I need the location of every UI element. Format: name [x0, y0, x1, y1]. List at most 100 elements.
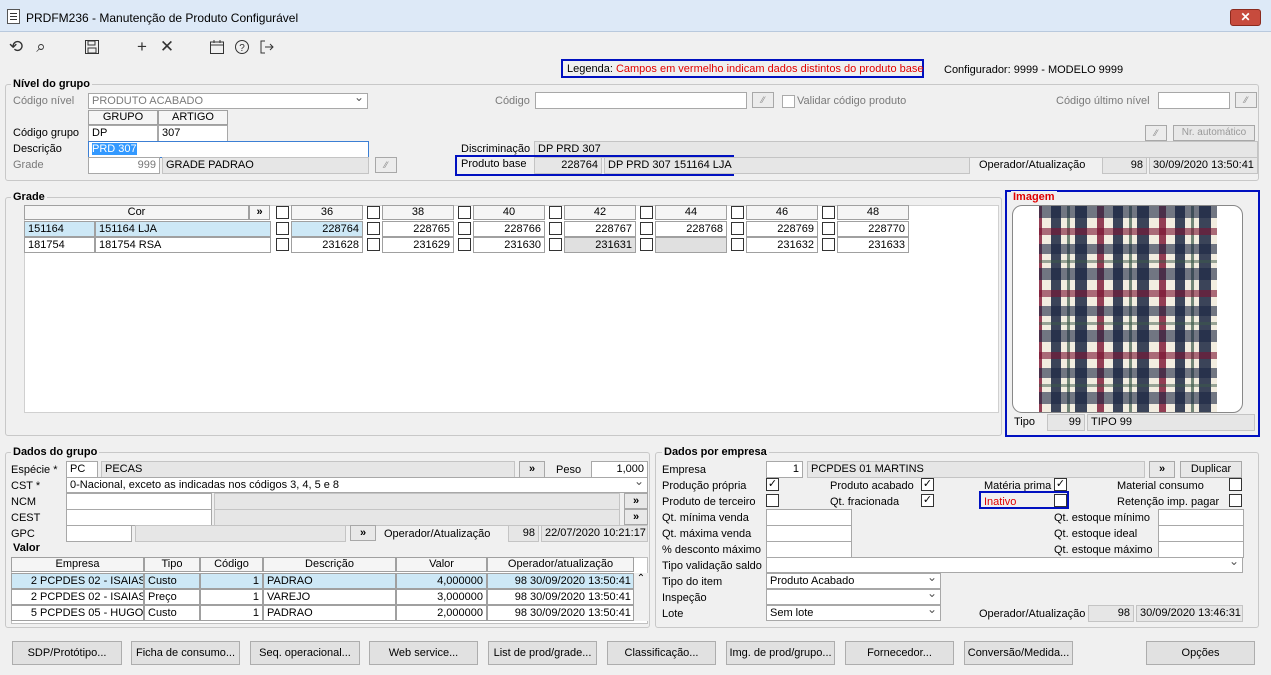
valor-scrollbar[interactable]: ⌃ — [634, 573, 648, 621]
grade-cell-checkbox[interactable] — [458, 222, 471, 235]
grade-lookup-button[interactable]: ⁄⁄ — [375, 157, 397, 173]
grade-number-input[interactable]: 999 — [88, 157, 160, 174]
grade-cell-value[interactable]: 231629 — [382, 237, 454, 253]
cest-input[interactable] — [66, 509, 212, 526]
qt-est-ideal-input[interactable] — [1158, 525, 1244, 542]
bottom-button-1[interactable]: Ficha de consumo... — [131, 641, 240, 665]
add-icon[interactable]: + — [132, 37, 152, 57]
grade-row-code[interactable]: 151164 — [24, 221, 95, 237]
grade-cell-value[interactable]: 231628 — [291, 237, 363, 253]
qt-max-venda-input[interactable] — [766, 525, 852, 542]
ncm-expand-button[interactable]: » — [624, 493, 648, 509]
bottom-button-4[interactable]: List de prod/grade... — [488, 641, 597, 665]
valor-row-valor[interactable]: 3,000000 — [396, 589, 487, 605]
bottom-button-0[interactable]: SDP/Protótipo... — [12, 641, 122, 665]
valor-row-empresa[interactable]: 2 PCPDES 02 - ISAIAS — [11, 573, 144, 589]
size-column-checkbox[interactable] — [276, 206, 289, 219]
bottom-button-3[interactable]: Web service... — [369, 641, 478, 665]
valor-row-operador[interactable]: 98 30/09/2020 13:50:41 — [487, 605, 634, 621]
grade-cell-value[interactable]: 228766 — [473, 221, 545, 237]
producao-propria-checkbox[interactable]: ✓ — [766, 478, 779, 491]
codigo-lookup-button[interactable]: ⁄⁄ — [752, 92, 774, 108]
desconto-max-input[interactable] — [766, 541, 852, 558]
valor-row-codigo[interactable]: 1 — [200, 589, 263, 605]
artigo-input[interactable]: 307 — [158, 125, 228, 142]
grade-row-code[interactable]: 181754 — [24, 237, 95, 253]
valor-row-descricao[interactable]: PADRAO — [263, 605, 396, 621]
valor-row-descricao[interactable]: PADRAO — [263, 573, 396, 589]
valor-row-operador[interactable]: 98 30/09/2020 13:50:41 — [487, 573, 634, 589]
lote-select[interactable]: Sem lote — [766, 605, 941, 621]
valor-row-valor[interactable]: 2,000000 — [396, 605, 487, 621]
codigo-input[interactable] — [535, 92, 747, 109]
scroll-up-icon[interactable]: ⌃ — [637, 573, 645, 584]
grade-cell-value[interactable]: 228769 — [746, 221, 818, 237]
grade-cell-value[interactable]: 231633 — [837, 237, 909, 253]
especie-expand-button[interactable]: » — [519, 461, 545, 478]
validar-checkbox[interactable] — [782, 95, 795, 108]
qt-est-max-input[interactable] — [1158, 541, 1244, 558]
tipo-validacao-select[interactable] — [766, 557, 1243, 573]
exit-icon[interactable] — [257, 37, 277, 57]
produto-acabado-checkbox[interactable]: ✓ — [921, 478, 934, 491]
nr-automatico-button[interactable]: Nr. automático — [1173, 125, 1255, 141]
grade-cell-value[interactable]: 228765 — [382, 221, 454, 237]
grade-cell-checkbox[interactable] — [458, 238, 471, 251]
grade-cell-checkbox[interactable] — [822, 238, 835, 251]
gpc-input[interactable] — [66, 525, 132, 542]
valor-row-tipo[interactable]: Custo — [144, 605, 200, 621]
valor-row-tipo[interactable]: Custo — [144, 573, 200, 589]
size-column-checkbox[interactable] — [640, 206, 653, 219]
empresa-expand-button[interactable]: » — [1149, 461, 1175, 478]
grade-cell-checkbox[interactable] — [367, 238, 380, 251]
bottom-button-9[interactable]: Opções — [1146, 641, 1255, 665]
produto-terceiro-checkbox[interactable] — [766, 494, 779, 507]
especie-code-input[interactable]: PC — [66, 461, 98, 478]
valor-row-codigo[interactable]: 1 — [200, 573, 263, 589]
gpc-expand-button[interactable]: » — [350, 525, 376, 541]
grade-cell-value[interactable]: 231632 — [746, 237, 818, 253]
material-consumo-checkbox[interactable] — [1229, 478, 1242, 491]
grade-cell-value[interactable]: 231631 — [564, 237, 636, 253]
delete-icon[interactable]: ✕ — [157, 37, 177, 57]
undo-icon[interactable]: ⟲ — [6, 37, 26, 57]
valor-row-empresa[interactable]: 2 PCPDES 02 - ISAIAS — [11, 589, 144, 605]
bottom-button-7[interactable]: Fornecedor... — [845, 641, 954, 665]
grade-cell-value[interactable]: 228768 — [655, 221, 727, 237]
grade-cell-value[interactable] — [655, 237, 727, 253]
bottom-button-2[interactable]: Seq. operacional... — [250, 641, 360, 665]
cst-select[interactable]: 0-Nacional, exceto as indicadas nos códi… — [66, 477, 648, 493]
valor-row-valor[interactable]: 4,000000 — [396, 573, 487, 589]
cest-expand-button[interactable]: » — [624, 509, 648, 525]
grade-row-name[interactable]: 151164 LJA — [95, 221, 271, 237]
tipo-item-select[interactable]: Produto Acabado — [766, 573, 941, 589]
qt-min-venda-input[interactable] — [766, 509, 852, 526]
duplicar-button[interactable]: Duplicar — [1180, 461, 1242, 478]
valor-row-tipo[interactable]: Preço — [144, 589, 200, 605]
grade-cell-checkbox[interactable] — [640, 238, 653, 251]
empresa-number-input[interactable]: 1 — [766, 461, 803, 478]
codigo-nivel-select[interactable]: PRODUTO ACABADO — [88, 93, 368, 109]
save-icon[interactable] — [82, 37, 102, 57]
bottom-button-6[interactable]: Img. de prod/grupo... — [726, 641, 835, 665]
size-column-checkbox[interactable] — [458, 206, 471, 219]
grupo-input[interactable]: DP — [88, 125, 158, 142]
valor-row-descricao[interactable]: VAREJO — [263, 589, 396, 605]
grade-cell-value[interactable]: 228764 — [291, 221, 363, 237]
grade-cell-checkbox[interactable] — [276, 222, 289, 235]
search-icon[interactable]: ⌕ — [31, 37, 51, 57]
grade-cell-checkbox[interactable] — [640, 222, 653, 235]
nr-lookup-button[interactable]: ⁄⁄ — [1145, 125, 1167, 141]
grade-cell-checkbox[interactable] — [731, 222, 744, 235]
valor-row-codigo[interactable]: 1 — [200, 605, 263, 621]
bottom-button-5[interactable]: Classificação... — [607, 641, 716, 665]
materia-prima-checkbox[interactable]: ✓ — [1054, 478, 1067, 491]
size-column-checkbox[interactable] — [731, 206, 744, 219]
bottom-button-8[interactable]: Conversão/Medida... — [964, 641, 1073, 665]
ncm-input[interactable] — [66, 493, 212, 510]
qt-fracionada-checkbox[interactable]: ✓ — [921, 494, 934, 507]
grade-row-name[interactable]: 181754 RSA — [95, 237, 271, 253]
grade-cell-checkbox[interactable] — [367, 222, 380, 235]
grade-cell-value[interactable]: 228767 — [564, 221, 636, 237]
inativo-checkbox[interactable] — [1054, 494, 1067, 507]
